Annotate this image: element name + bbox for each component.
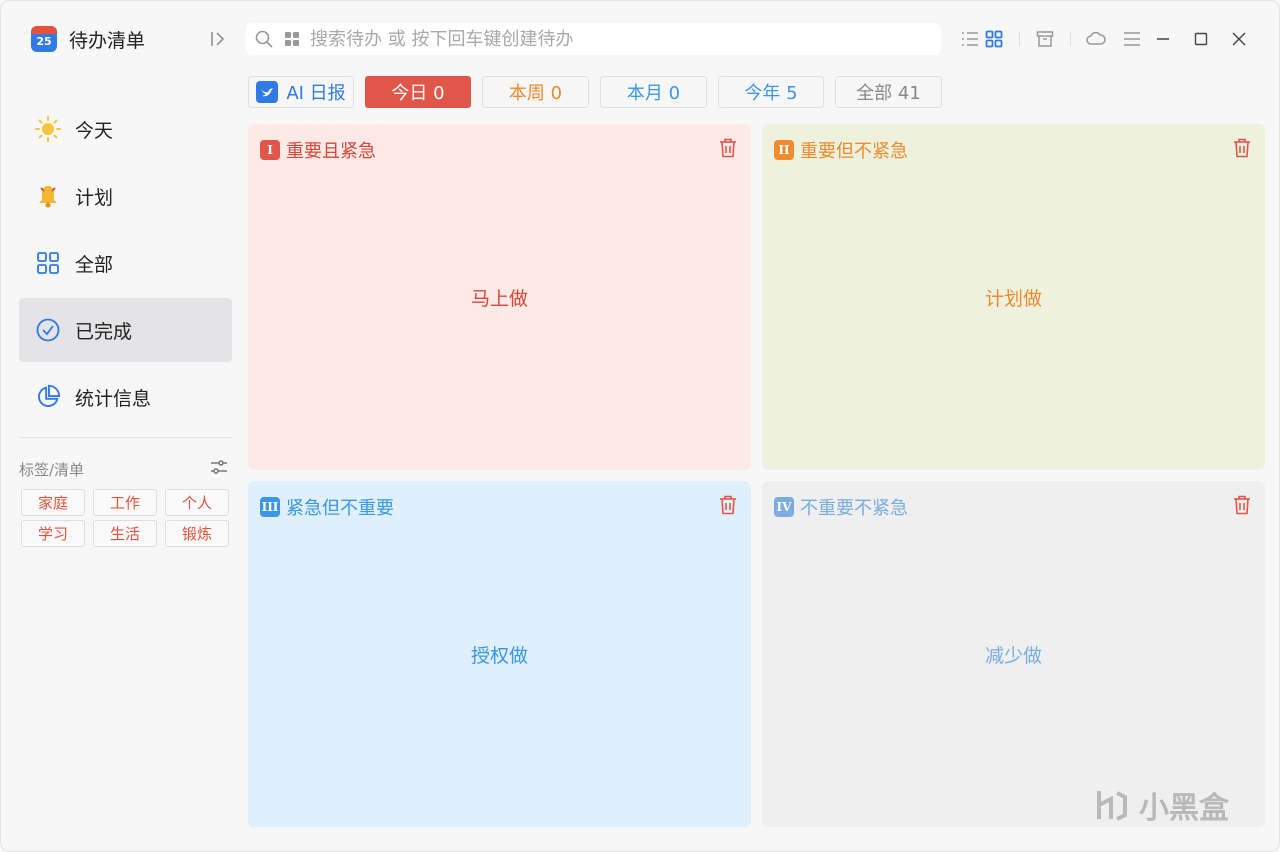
search-icon: [255, 30, 273, 48]
tag-chip[interactable]: 生活: [93, 520, 157, 547]
quadrant-header: III 紧急但不重要: [260, 494, 394, 520]
sidebar-item-label: 全部: [75, 253, 114, 276]
quadrant-view-button[interactable]: [983, 28, 1005, 50]
menu-button[interactable]: [1121, 28, 1143, 50]
list-icon: [962, 32, 978, 46]
sidebar-item-label: 已完成: [75, 320, 133, 343]
quadrant-icon: [985, 30, 1003, 48]
quadrant-header: II 重要但不紧急: [774, 137, 908, 163]
quadrant-action-label: 授权做: [470, 645, 528, 667]
window-controls: [1151, 27, 1251, 51]
tab-today[interactable]: 今日 0: [365, 76, 471, 108]
apps-icon[interactable]: [284, 31, 300, 47]
sliders-icon: [211, 460, 227, 474]
ai-report-button[interactable]: AI 日报: [248, 76, 354, 108]
tags-header-label: 标签/清单: [19, 460, 85, 479]
cloud-sync-button[interactable]: [1085, 28, 1107, 50]
quadrant-important-not-urgent[interactable]: II 重要但不紧急 计划做: [762, 124, 1265, 470]
sidebar-item-plan[interactable]: 计划: [19, 164, 232, 228]
tab-all[interactable]: 全部 41: [835, 76, 942, 108]
tags-header: 标签/清单: [19, 457, 229, 481]
maximize-button[interactable]: [1189, 27, 1213, 51]
quadrant-title: 重要但不紧急: [800, 141, 908, 162]
sidebar-divider: [19, 437, 232, 438]
quadrant-not-urgent-not-important[interactable]: IV 不重要不紧急 减少做: [762, 481, 1265, 827]
quadrant-title: 不重要不紧急: [800, 498, 908, 519]
sidebar-item-completed[interactable]: 已完成: [19, 298, 232, 362]
toolbar-divider: [1070, 32, 1071, 46]
delete-button[interactable]: [1231, 137, 1253, 159]
sidebar-item-today[interactable]: 今天: [19, 97, 232, 161]
bell-icon: [35, 183, 61, 209]
maximize-icon: [1194, 32, 1208, 46]
quadrant-action-label: 马上做: [470, 288, 528, 310]
date-filter-tabs: AI 日报 今日 0 本周 0 本月 0 今年 5 全部 41: [248, 76, 942, 108]
tag-chip[interactable]: 工作: [93, 489, 157, 516]
quadrant-title: 紧急但不重要: [286, 498, 394, 519]
view-toolbar: [959, 27, 1143, 51]
pie-chart-icon: [35, 384, 61, 410]
trash-icon: [1234, 138, 1250, 158]
tag-chip[interactable]: 个人: [165, 489, 229, 516]
delete-button[interactable]: [1231, 494, 1253, 516]
tab-month[interactable]: 本月 0: [600, 76, 707, 108]
tag-chip[interactable]: 家庭: [21, 489, 85, 516]
trash-icon: [720, 138, 736, 158]
delete-button[interactable]: [717, 137, 739, 159]
tab-week[interactable]: 本周 0: [482, 76, 589, 108]
watermark: 小黑盒: [1091, 783, 1229, 827]
toolbar-divider: [1019, 32, 1020, 46]
cloud-icon: [1086, 31, 1106, 45]
delete-button[interactable]: [717, 494, 739, 516]
ai-report-label: AI 日报: [286, 83, 346, 104]
list-view-button[interactable]: [959, 28, 981, 50]
check-circle-icon: [35, 317, 61, 343]
sidebar-item-label: 今天: [75, 119, 114, 142]
tab-year[interactable]: 今年 5: [718, 76, 824, 108]
app-window: 25 待办清单 今天 计划 全部 已完成 统计信息 标签/清单 家庭 工作 个人…: [0, 0, 1280, 852]
roman-numeral-badge: I: [260, 140, 280, 160]
search-input[interactable]: [310, 28, 910, 50]
tags-settings-button[interactable]: [209, 457, 229, 481]
collapse-sidebar-button[interactable]: [206, 27, 230, 51]
roman-numeral-badge: II: [774, 140, 794, 160]
watermark-text: 小黑盒: [1139, 791, 1229, 826]
trash-icon: [1234, 495, 1250, 515]
sidebar-item-all[interactable]: 全部: [19, 231, 232, 295]
minimize-icon: [1157, 38, 1169, 40]
search-bar: [246, 23, 941, 55]
collapse-icon: [211, 32, 225, 46]
close-icon: [1232, 32, 1246, 46]
roman-numeral-badge: IV: [774, 497, 794, 517]
sidebar-item-stats[interactable]: 统计信息: [19, 365, 232, 429]
tag-chip[interactable]: 锻炼: [165, 520, 229, 547]
quadrant-header: I 重要且紧急: [260, 137, 376, 163]
quadrant-urgent-not-important[interactable]: III 紧急但不重要 授权做: [248, 481, 751, 827]
tag-chip[interactable]: 学习: [21, 520, 85, 547]
trash-icon: [720, 495, 736, 515]
app-title: 待办清单: [69, 29, 146, 52]
tags-grid: 家庭 工作 个人 学习 生活 锻炼: [21, 489, 231, 547]
quadrant-title: 重要且紧急: [286, 141, 376, 162]
roman-numeral-badge: III: [260, 497, 280, 517]
archive-icon: [1036, 31, 1054, 47]
quadrant-urgent-important[interactable]: I 重要且紧急 马上做: [248, 124, 751, 470]
quadrant-header: IV 不重要不紧急: [774, 494, 908, 520]
sidebar-item-label: 统计信息: [75, 387, 152, 410]
heybox-logo-icon: [1097, 791, 1127, 821]
calendar-logo-icon: 25: [31, 26, 57, 52]
sidebar-nav: 今天 计划 全部 已完成 统计信息: [19, 97, 232, 432]
app-header: 25 待办清单: [31, 25, 145, 53]
menu-icon: [1124, 32, 1140, 46]
sidebar-item-label: 计划: [75, 186, 114, 209]
grid-icon: [35, 250, 61, 276]
close-button[interactable]: [1227, 27, 1251, 51]
archive-button[interactable]: [1034, 28, 1056, 50]
sidebar: 25 待办清单 今天 计划 全部 已完成 统计信息 标签/清单 家庭 工作 个人…: [1, 1, 241, 851]
minimize-button[interactable]: [1151, 27, 1175, 51]
bird-icon: [256, 81, 279, 103]
quadrant-action-label: 减少做: [984, 645, 1042, 667]
quadrant-action-label: 计划做: [984, 288, 1042, 310]
sun-icon: [35, 116, 61, 142]
